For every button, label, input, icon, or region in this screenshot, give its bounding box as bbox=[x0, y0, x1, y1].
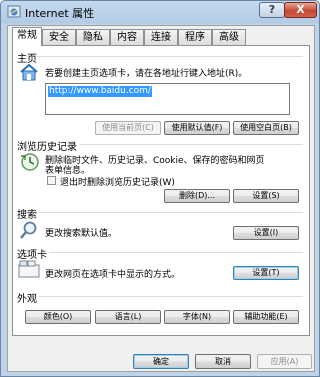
history-icon bbox=[21, 153, 39, 171]
tabs-section-title: 选项卡 bbox=[17, 250, 47, 261]
delete-history-button[interactable]: 删除(D)... bbox=[164, 189, 230, 203]
tabs-icon bbox=[18, 260, 40, 278]
tab-advanced[interactable]: 高级 bbox=[212, 29, 246, 45]
divider bbox=[49, 252, 303, 253]
apply-button[interactable]: 应用(A) bbox=[257, 354, 312, 369]
divider bbox=[39, 296, 303, 297]
divider bbox=[79, 144, 303, 145]
tab-programs[interactable]: 程序 bbox=[178, 29, 212, 45]
tab-privacy[interactable]: 隐私 bbox=[76, 29, 110, 45]
internet-options-icon bbox=[7, 5, 21, 18]
divider bbox=[39, 212, 303, 213]
history-section-title: 浏览历史记录 bbox=[17, 142, 77, 153]
use-current-button[interactable]: 使用当前页(C) bbox=[95, 121, 161, 135]
accessibility-button[interactable]: 辅助功能(E) bbox=[233, 310, 299, 324]
appearance-section-title: 外观 bbox=[17, 294, 37, 305]
homepage-url-text: http://www.baidu.com/ bbox=[48, 86, 152, 97]
history-settings-button[interactable]: 设置(S) bbox=[233, 189, 299, 203]
tab-security[interactable]: 安全 bbox=[42, 29, 76, 45]
window-title: Internet 属性 bbox=[25, 7, 95, 20]
tab-general[interactable]: 常规 bbox=[12, 27, 42, 46]
homepage-description: 若要创建主页选项卡，请在各地址行键入地址(R)。 bbox=[45, 69, 248, 79]
internet-options-window: Internet 属性 ? X 常规 安全 隐私 内容 连接 程序 高级 主页 … bbox=[0, 0, 320, 377]
general-tab-panel: 主页 若要创建主页选项卡，请在各地址行键入地址(R)。 http://www.b… bbox=[12, 45, 310, 336]
homepage-url-field[interactable]: http://www.baidu.com/ bbox=[45, 83, 290, 115]
search-section-title: 搜索 bbox=[17, 210, 37, 221]
delete-on-exit-label: 退出时删除浏览历史记录(W) bbox=[60, 178, 175, 188]
help-button[interactable]: ? bbox=[259, 2, 285, 18]
close-button[interactable]: X bbox=[284, 2, 317, 18]
divider bbox=[37, 56, 303, 57]
search-settings-button[interactable]: 设置(I) bbox=[233, 226, 299, 240]
fonts-button[interactable]: 字体(N) bbox=[164, 310, 230, 324]
cancel-button[interactable]: 取消 bbox=[195, 354, 251, 369]
colors-button[interactable]: 颜色(O) bbox=[25, 310, 91, 324]
title-bar[interactable]: Internet 属性 ? X bbox=[1, 1, 320, 23]
magnifier-icon bbox=[20, 221, 37, 239]
delete-on-exit-checkbox[interactable] bbox=[47, 176, 56, 185]
tabs-description: 更改网页在选项卡中显示的方式。 bbox=[45, 270, 181, 280]
use-blank-button[interactable]: 使用空白页(B) bbox=[233, 121, 299, 135]
tab-connections[interactable]: 连接 bbox=[144, 29, 178, 45]
dialog-client-area: 常规 安全 隐私 内容 连接 程序 高级 主页 若要创建主页选项卡，请在各地址行… bbox=[7, 25, 315, 372]
ok-button[interactable]: 确定 bbox=[133, 354, 189, 369]
home-icon bbox=[20, 63, 38, 81]
search-description: 更改搜索默认值。 bbox=[45, 229, 118, 239]
languages-button[interactable]: 语言(L) bbox=[95, 310, 161, 324]
use-default-button[interactable]: 使用默认值(F) bbox=[164, 121, 230, 135]
tabs-settings-button[interactable]: 设置(T) bbox=[233, 266, 299, 280]
tab-content[interactable]: 内容 bbox=[110, 29, 144, 45]
